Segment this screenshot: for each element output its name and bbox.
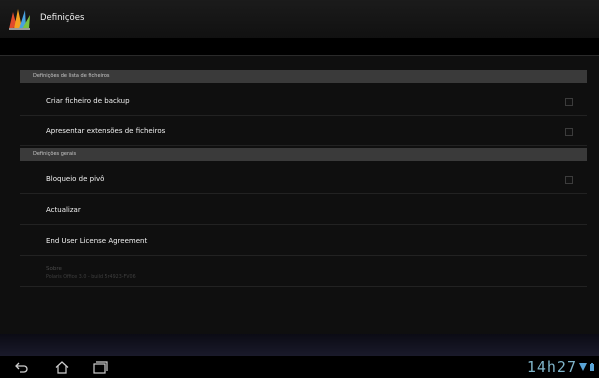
recent-apps-icon[interactable] — [92, 361, 108, 374]
setting-label: Sobre — [46, 266, 62, 272]
setting-label: End User License Agreement — [46, 237, 148, 245]
setting-label: Actualizar — [46, 206, 81, 214]
setting-update[interactable]: Actualizar — [20, 195, 587, 225]
section-header-file-list: Definições de lista de ficheiros — [20, 70, 587, 83]
system-nav-bar: 14h27 — [0, 356, 599, 378]
section-header-general: Definições gerais — [20, 148, 587, 161]
checkbox-pivot-lock[interactable] — [565, 176, 573, 184]
clock-time: 14h27 — [526, 358, 577, 376]
setting-eula[interactable]: End User License Agreement — [20, 226, 587, 256]
back-icon[interactable] — [14, 361, 30, 374]
setting-about: Sobre Polaris Office 3.0 - build 5r4923-… — [20, 257, 587, 287]
title-bar: Definições — [0, 0, 599, 38]
page-title: Definições — [40, 13, 85, 23]
app-logo-icon[interactable] — [6, 6, 32, 32]
version-text: Polaris Office 3.0 - build 5r4923-FV06 — [46, 275, 136, 280]
wifi-icon — [579, 363, 594, 371]
setting-pivot-lock[interactable]: Bloqueio de pivô — [20, 164, 587, 194]
setting-label: Criar ficheiro de backup — [46, 97, 130, 105]
bottom-band — [0, 334, 599, 356]
settings-list: Definições de lista de ficheiros Criar f… — [0, 56, 599, 334]
checkbox-create-backup[interactable] — [565, 98, 573, 106]
setting-show-extensions[interactable]: Apresentar extensões de ficheiros — [20, 116, 587, 146]
checkbox-show-extensions[interactable] — [565, 128, 573, 136]
setting-label: Apresentar extensões de ficheiros — [46, 127, 166, 135]
setting-create-backup[interactable]: Criar ficheiro de backup — [20, 86, 587, 116]
home-icon[interactable] — [54, 361, 70, 374]
setting-label: Bloqueio de pivô — [46, 175, 105, 183]
